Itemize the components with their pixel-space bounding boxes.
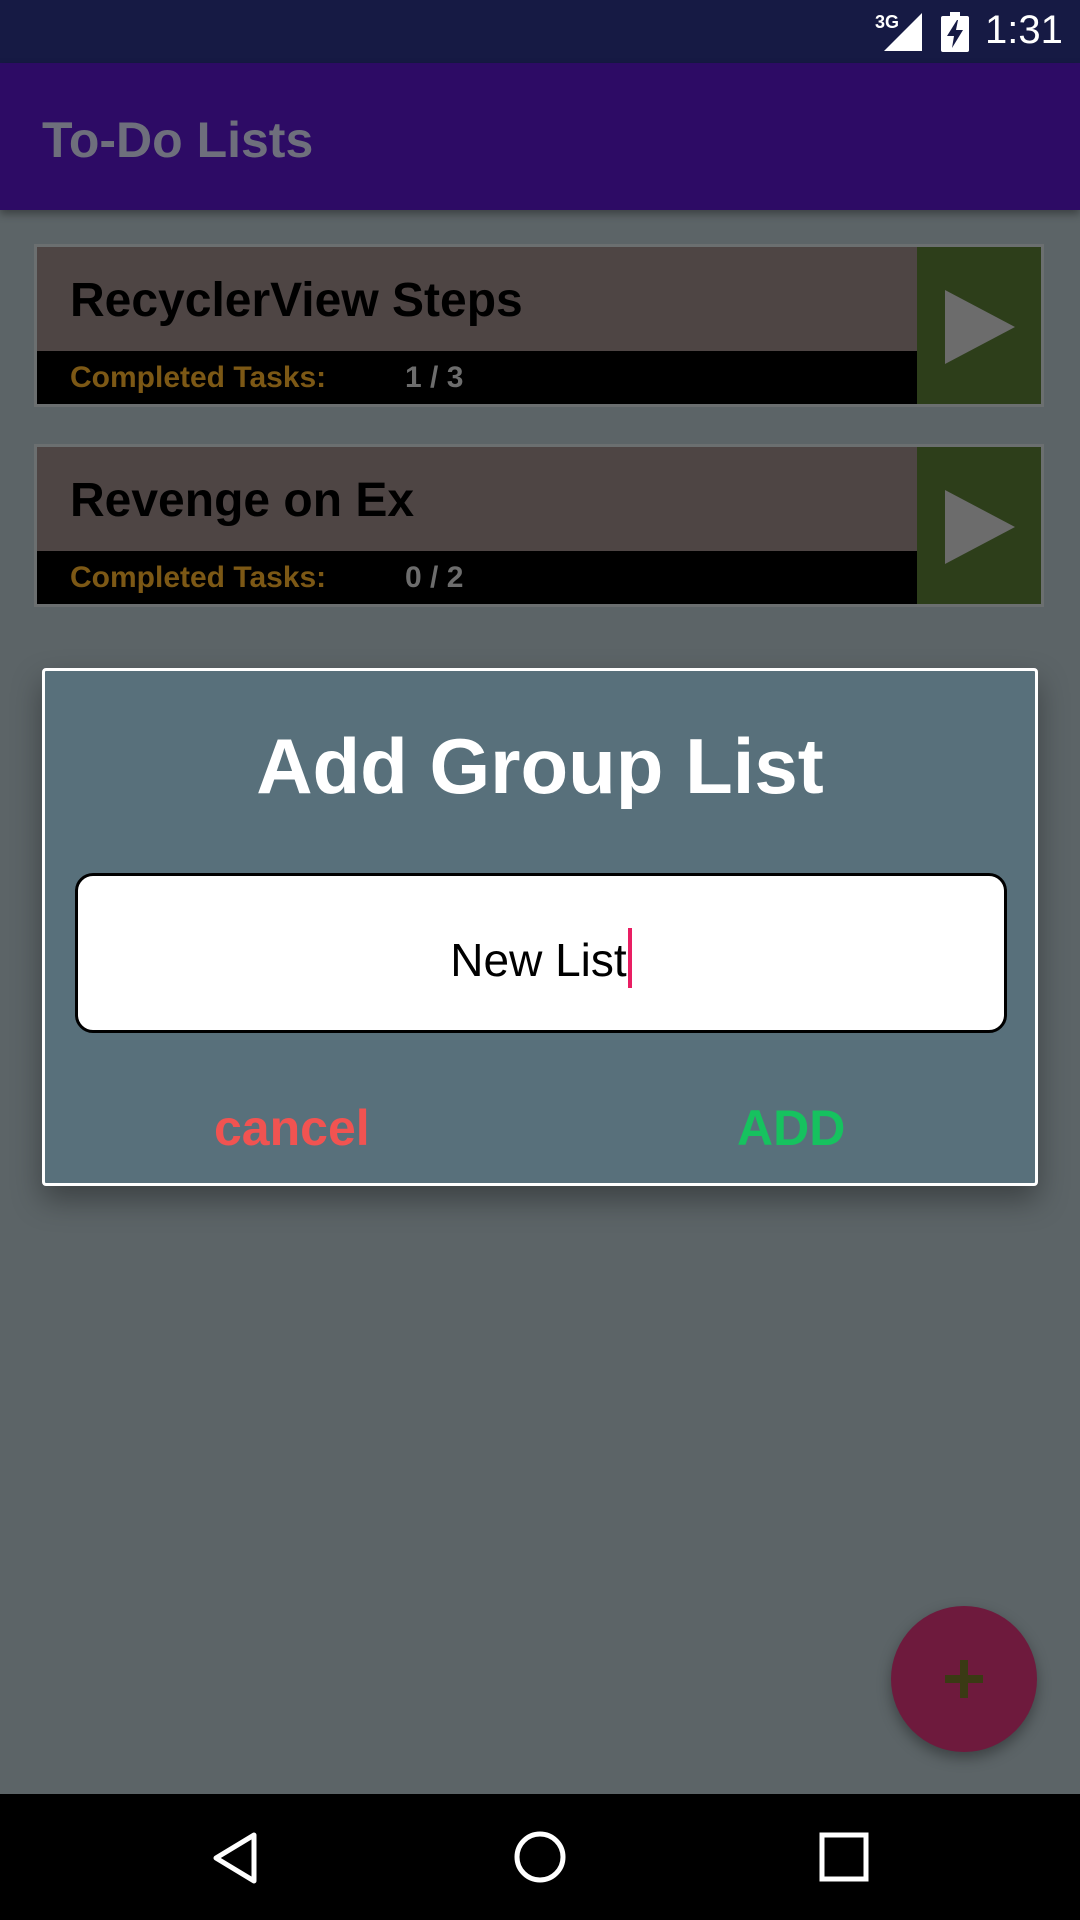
play-arrow-icon xyxy=(945,290,1015,364)
clock: 1:31 xyxy=(985,8,1063,52)
add-group-list-dialog: Add Group List New List cancel ADD xyxy=(42,668,1038,1186)
status-bar: 3G 1:31 xyxy=(0,0,1080,63)
list-name-input[interactable]: New List xyxy=(75,873,1007,1033)
play-arrow-icon xyxy=(945,490,1015,564)
app-title: To-Do Lists xyxy=(42,112,314,168)
list-title: Revenge on Ex xyxy=(70,474,415,527)
app-bar: To-Do Lists xyxy=(0,63,1080,210)
recents-icon[interactable] xyxy=(818,1831,870,1883)
list-card-content: Revenge on Ex Completed Tasks: 0 / 2 xyxy=(37,447,1041,604)
completed-tasks-count: 0 / 2 xyxy=(405,561,464,594)
list-card-footer: Completed Tasks: 1 / 3 xyxy=(37,351,917,404)
completed-tasks-count: 1 / 3 xyxy=(405,361,464,394)
add-button[interactable]: ADD xyxy=(737,1099,845,1159)
list-card-content: RecyclerView Steps Completed Tasks: 1 / … xyxy=(37,247,1041,404)
list-card[interactable]: RecyclerView Steps Completed Tasks: 1 / … xyxy=(34,244,1044,407)
add-list-fab[interactable] xyxy=(891,1606,1037,1752)
list-card-header: RecyclerView Steps xyxy=(37,247,917,351)
back-icon[interactable] xyxy=(210,1830,266,1886)
completed-tasks-label: Completed Tasks: xyxy=(70,361,327,394)
list-name-value: New List xyxy=(450,934,627,986)
dialog-title: Add Group List xyxy=(256,722,824,810)
battery-charging-icon xyxy=(941,12,969,52)
list-card-header: Revenge on Ex xyxy=(37,447,917,551)
home-icon[interactable] xyxy=(512,1829,568,1885)
open-list-button[interactable] xyxy=(917,247,1041,404)
list-card-footer: Completed Tasks: 0 / 2 xyxy=(37,551,917,604)
list-name-input-text: New List xyxy=(78,928,1004,988)
text-cursor xyxy=(627,928,632,988)
navigation-bar xyxy=(0,1794,1080,1920)
plus-icon xyxy=(945,1660,983,1698)
open-list-button[interactable] xyxy=(917,447,1041,604)
list-title: RecyclerView Steps xyxy=(70,274,523,327)
cancel-button[interactable]: cancel xyxy=(214,1099,370,1159)
completed-tasks-label: Completed Tasks: xyxy=(70,561,327,594)
list-card[interactable]: Revenge on Ex Completed Tasks: 0 / 2 xyxy=(34,444,1044,607)
signal-icon xyxy=(884,13,922,51)
